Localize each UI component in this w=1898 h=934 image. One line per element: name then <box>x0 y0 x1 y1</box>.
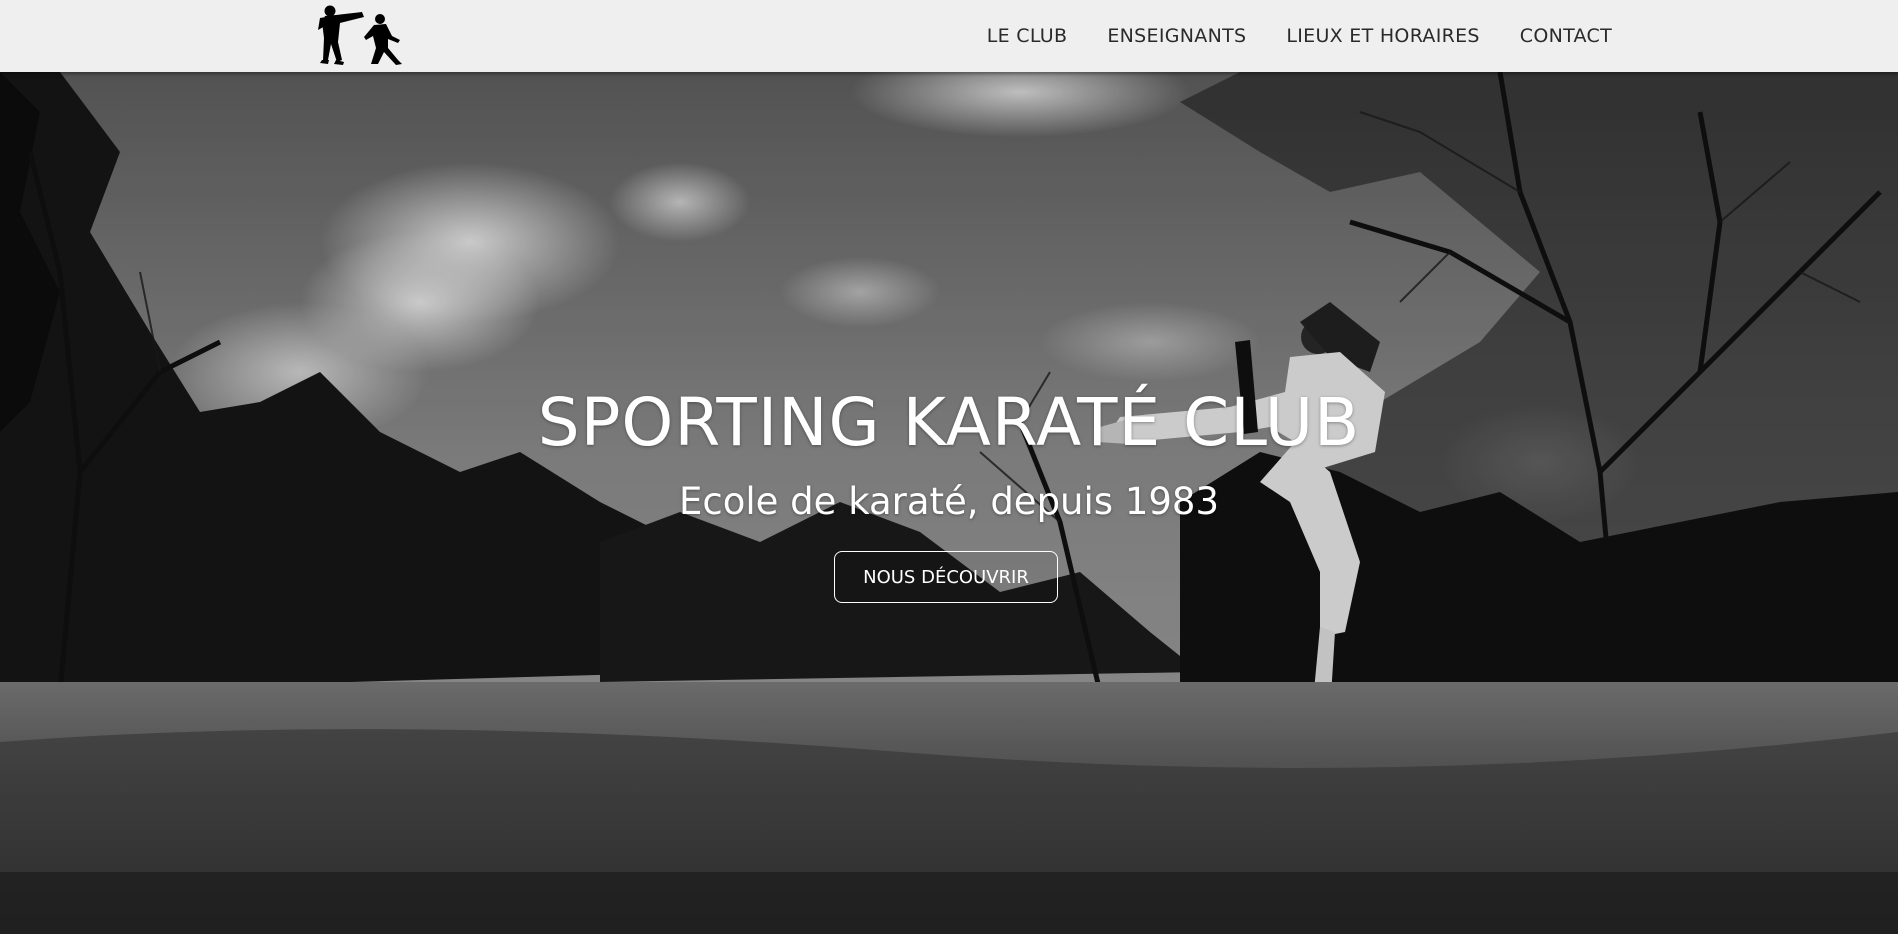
hero-content: SPORTING KARATÉ CLUB Ecole de karaté, de… <box>0 72 1898 934</box>
hero-section: SPORTING KARATÉ CLUB Ecole de karaté, de… <box>0 72 1898 934</box>
hero-title: SPORTING KARATÉ CLUB <box>537 384 1361 461</box>
hero-subtitle: Ecole de karaté, depuis 1983 <box>679 480 1219 523</box>
main-nav: LE CLUB ENSEIGNANTS LIEUX ET HORAIRES CO… <box>987 0 1612 72</box>
karate-fighters-logo-icon[interactable] <box>316 2 404 68</box>
nav-item-le-club[interactable]: LE CLUB <box>987 25 1068 47</box>
top-navbar: LE CLUB ENSEIGNANTS LIEUX ET HORAIRES CO… <box>0 0 1898 72</box>
nav-item-contact[interactable]: CONTACT <box>1520 25 1612 47</box>
nav-item-lieux-et-horaires[interactable]: LIEUX ET HORAIRES <box>1286 25 1479 47</box>
nous-decouvrir-button[interactable]: NOUS DÉCOUVRIR <box>834 551 1058 603</box>
nav-item-enseignants[interactable]: ENSEIGNANTS <box>1107 25 1246 47</box>
